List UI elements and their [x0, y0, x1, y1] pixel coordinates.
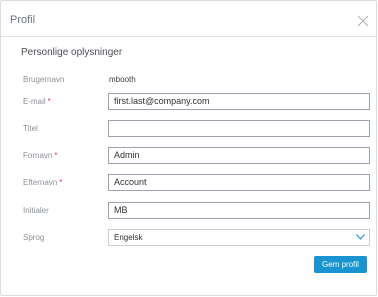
email-label: E-mail *: [23, 97, 51, 106]
first-name-field[interactable]: Admin: [108, 147, 370, 164]
section-title: Personlige oplysninger: [21, 47, 123, 58]
email-label-text: E-mail: [23, 97, 46, 106]
last-name-field[interactable]: Account: [108, 174, 370, 191]
initials-field[interactable]: MB: [108, 202, 370, 219]
title-field[interactable]: [108, 120, 370, 137]
required-marker: *: [59, 178, 63, 187]
chevron-down-icon: [356, 234, 365, 240]
dialog-title: Profil: [10, 14, 36, 26]
first-name-label-text: Fornavn: [23, 151, 53, 160]
initials-label-text: Initialer: [23, 206, 49, 215]
required-marker: *: [47, 97, 51, 106]
last-name-label-text: Efternavn: [23, 178, 58, 187]
email-field[interactable]: first.last@company.com: [108, 93, 370, 110]
language-select[interactable]: Engelsk: [108, 229, 370, 246]
required-marker: *: [54, 151, 58, 160]
title-label-text: Titel: [23, 124, 38, 133]
username-label-text: Brugernavn: [23, 75, 65, 84]
username-label: Brugernavn: [23, 75, 64, 84]
language-label-text: Sprog: [23, 233, 45, 242]
header-divider: [1, 36, 376, 37]
first-name-label: Fornavn *: [23, 151, 57, 160]
initials-label: Initialer: [23, 206, 49, 215]
close-icon[interactable]: [357, 15, 369, 27]
username-value: mbooth: [109, 75, 136, 84]
last-name-label: Efternavn *: [23, 178, 62, 187]
save-profile-button[interactable]: Gem profil: [314, 256, 367, 273]
language-label: Sprog: [23, 233, 44, 242]
title-label: Titel: [23, 124, 38, 133]
language-select-value: Engelsk: [114, 233, 143, 242]
profile-dialog: Profil Personlige oplysninger Brugernavn…: [0, 0, 377, 296]
